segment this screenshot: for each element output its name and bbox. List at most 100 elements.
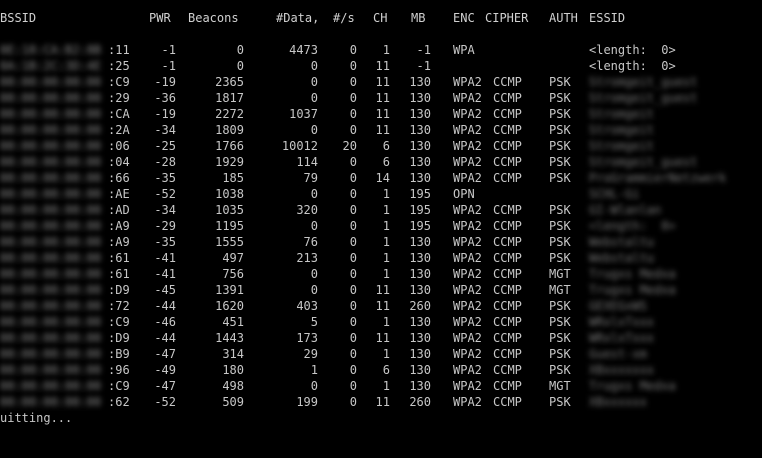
- mb-value: -1: [416, 59, 431, 73]
- mb-value: 130: [409, 379, 431, 393]
- beacons-value: 1035: [215, 203, 244, 217]
- auth-value: PSK: [549, 235, 571, 249]
- pwr-value: -19: [154, 107, 176, 121]
- enc-value: WPA2: [453, 123, 482, 137]
- mb-value: 130: [409, 75, 431, 89]
- per-s-value: 0: [349, 267, 357, 281]
- per-s-value: 0: [349, 219, 357, 233]
- table-row: 00:00:00:00:00:C9 -46 451 5 0 1 130 WPA2 CCMP PSK…: [0, 314, 762, 330]
- essid-value: Trugxs Medxa: [589, 283, 676, 297]
- essid-value: Webstaltu: [589, 251, 655, 265]
- col-beacons: Beacons: [188, 11, 239, 25]
- bssid-redacted: 00:00:00:00:00: [0, 347, 102, 361]
- bssid-redacted: 00:00:00:00:00: [0, 219, 102, 233]
- data-value: 0: [310, 91, 318, 105]
- essid-value: Stromgeit: [589, 139, 655, 153]
- bssid-suffix: :AE: [108, 187, 130, 201]
- essid-value: <length: 0>: [589, 219, 676, 233]
- cipher-value: CCMP: [493, 91, 522, 105]
- channel-value: 11: [375, 283, 390, 297]
- bssid-suffix: :25: [108, 59, 130, 73]
- mb-value: 130: [409, 155, 431, 169]
- bssid-suffix: :72: [108, 299, 130, 313]
- mb-value: 130: [409, 123, 431, 137]
- essid-value: Trugxs Medxa: [589, 267, 676, 281]
- bssid-redacted: 0E:18:CA:B2:8B: [0, 43, 102, 57]
- channel-value: 1: [382, 315, 390, 329]
- table-row: 00:00:00:00:00:2A -34 1809 0 0 11 130 WPA2 CCMP P…: [0, 122, 762, 138]
- bssid-suffix: :AD: [108, 203, 130, 217]
- beacons-value: 1620: [215, 299, 244, 313]
- cipher-value: CCMP: [493, 235, 522, 249]
- beacons-value: 2272: [215, 107, 244, 121]
- mb-value: 130: [409, 171, 431, 185]
- enc-value: WPA2: [453, 235, 482, 249]
- mb-value: -1: [416, 43, 431, 57]
- cipher-value: CCMP: [493, 123, 522, 137]
- essid-value: Guest-xm: [589, 347, 647, 361]
- channel-value: 6: [382, 363, 390, 377]
- table-row: 00:00:00:00:00:06 -25 1766 10012 20 6 130 WPA2 C…: [0, 138, 762, 154]
- mb-value: 260: [409, 395, 431, 409]
- channel-value: 1: [382, 347, 390, 361]
- beacons-value: 1809: [215, 123, 244, 137]
- table-row: 00:00:00:00:00:A9 -29 1195 0 0 1 195 WPA2 CCMP PS…: [0, 218, 762, 234]
- channel-value: 11: [375, 123, 390, 137]
- channel-value: 11: [375, 395, 390, 409]
- per-s-value: 0: [349, 171, 357, 185]
- col-data: #Data,: [276, 11, 320, 25]
- channel-value: 1: [382, 235, 390, 249]
- essid-value: Webstaltu: [589, 235, 655, 249]
- channel-value: 11: [375, 331, 390, 345]
- bssid-suffix: :29: [108, 91, 130, 105]
- essid-value: WRxlxTxxx: [589, 331, 655, 345]
- auth-value: MGT: [549, 379, 571, 393]
- bssid-suffix: :66: [108, 171, 130, 185]
- auth-value: PSK: [549, 299, 571, 313]
- auth-value: PSK: [549, 219, 571, 233]
- enc-value: WPA2: [453, 395, 482, 409]
- essid-value: <length: 0>: [589, 59, 676, 73]
- bssid-suffix: :D9: [108, 283, 130, 297]
- mb-value: 195: [409, 219, 431, 233]
- enc-value: WPA2: [453, 107, 482, 121]
- beacons-value: 756: [222, 267, 244, 281]
- bssid-suffix: :A9: [108, 219, 130, 233]
- bssid-suffix: :C9: [108, 379, 130, 393]
- bssid-redacted: 00:00:00:00:00: [0, 187, 102, 201]
- pwr-value: -34: [154, 123, 176, 137]
- enc-value: WPA2: [453, 203, 482, 217]
- per-s-value: 0: [349, 251, 357, 265]
- beacons-value: 497: [222, 251, 244, 265]
- enc-value: WPA2: [453, 331, 482, 345]
- per-s-value: 0: [349, 331, 357, 345]
- data-value: 0: [310, 123, 318, 137]
- channel-value: 1: [382, 251, 390, 265]
- enc-value: WPA2: [453, 139, 482, 153]
- table-row: 00:00:00:00:00:D9 -45 1391 0 0 11 130 WPA2 CCMP M…: [0, 282, 762, 298]
- bssid-redacted: 00:00:00:00:00: [0, 283, 102, 297]
- per-s-value: 0: [349, 299, 357, 313]
- mb-value: 130: [409, 283, 431, 297]
- channel-value: 1: [382, 43, 390, 57]
- per-s-value: 0: [349, 235, 357, 249]
- channel-value: 11: [375, 299, 390, 313]
- per-s-value: 0: [349, 91, 357, 105]
- mb-value: 130: [409, 107, 431, 121]
- beacons-value: 0: [236, 59, 244, 73]
- mb-value: 130: [409, 347, 431, 361]
- auth-value: PSK: [549, 315, 571, 329]
- bssid-redacted: 00:00:00:00:00: [0, 379, 102, 393]
- mb-value: 130: [409, 331, 431, 345]
- enc-value: WPA2: [453, 251, 482, 265]
- col-mb: MB: [411, 11, 426, 25]
- bssid-suffix: :61: [108, 251, 130, 265]
- channel-value: 1: [382, 267, 390, 281]
- col-ch: CH: [373, 11, 388, 25]
- col-bssid: BSSID: [0, 11, 37, 25]
- data-value: 0: [310, 379, 318, 393]
- enc-value: WPA2: [453, 299, 482, 313]
- essid-value: Stromgeit_guest: [589, 155, 698, 169]
- enc-value: WPA2: [453, 91, 482, 105]
- beacons-value: 180: [222, 363, 244, 377]
